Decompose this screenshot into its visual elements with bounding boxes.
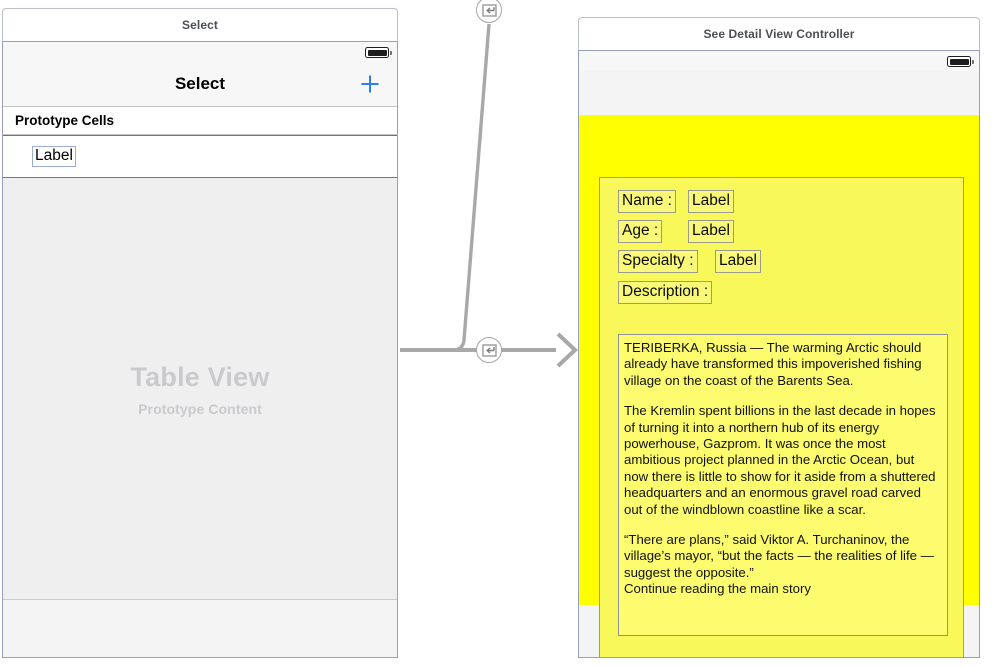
- root-view[interactable]: Name : Label Age : Label Specialty : Lab…: [579, 115, 979, 657]
- table-view-placeholder-title: Table View: [130, 361, 270, 392]
- table-view-placeholder-subtitle: Prototype Content: [138, 400, 262, 417]
- segue-line-vertical: [400, 23, 491, 352]
- scene-title: Select: [182, 18, 218, 32]
- segue-badge-top[interactable]: [476, 0, 502, 23]
- description-text-view[interactable]: TERIBERKA, Russia — The warming Arctic s…: [618, 334, 948, 636]
- battery-full-icon: [947, 56, 974, 67]
- scene-bottom-bar: [3, 599, 397, 657]
- description-paragraph: TERIBERKA, Russia — The warming Arctic s…: [624, 340, 922, 388]
- description-paragraph: The Kremlin spent billions in the last d…: [624, 403, 936, 517]
- table-view-placeholder: Table View Prototype Content: [3, 178, 397, 600]
- status-bar: [3, 42, 397, 62]
- scene-title: See Detail View Controller: [703, 27, 855, 41]
- scene-see-detail-view-controller[interactable]: See Detail View Controller Name : Label …: [578, 17, 980, 658]
- content-container-view[interactable]: Name : Label Age : Label Specialty : Lab…: [599, 177, 964, 657]
- segue-arrowhead: [556, 332, 578, 368]
- prototype-cell-label[interactable]: Label: [32, 146, 76, 167]
- battery-full-icon: [365, 47, 392, 58]
- age-label[interactable]: Age :: [618, 220, 663, 243]
- scene-select-table-view-controller[interactable]: Select Select Prototype Cells Label Tabl…: [2, 8, 398, 658]
- specialty-label[interactable]: Specialty :: [618, 250, 698, 273]
- description-label[interactable]: Description :: [618, 281, 713, 304]
- plus-icon[interactable]: [359, 73, 381, 95]
- show-detail-segue-icon: [481, 3, 497, 17]
- description-paragraph: “There are plans,” said Viktor A. Turcha…: [624, 532, 934, 597]
- table-section-header-label: Prototype Cells: [15, 113, 115, 128]
- scene-canvas[interactable]: Select Prototype Cells Label Table View …: [2, 41, 398, 658]
- show-detail-segue-icon: [481, 343, 497, 357]
- name-value-label[interactable]: Label: [688, 190, 734, 213]
- navigation-bar-title: Select: [174, 74, 226, 93]
- status-bar: [579, 51, 979, 71]
- table-section-header: Prototype Cells: [3, 107, 397, 135]
- name-label[interactable]: Name :: [618, 190, 676, 213]
- navigation-bar[interactable]: Select: [3, 62, 397, 107]
- scene-titlebar[interactable]: Select: [2, 8, 398, 41]
- specialty-value-label[interactable]: Label: [715, 250, 761, 273]
- age-value-label[interactable]: Label: [688, 220, 734, 243]
- segue-badge-main[interactable]: [476, 337, 502, 363]
- scene-titlebar[interactable]: See Detail View Controller: [578, 17, 980, 50]
- prototype-table-cell[interactable]: Label: [3, 135, 397, 178]
- scene-canvas[interactable]: Name : Label Age : Label Specialty : Lab…: [578, 50, 980, 658]
